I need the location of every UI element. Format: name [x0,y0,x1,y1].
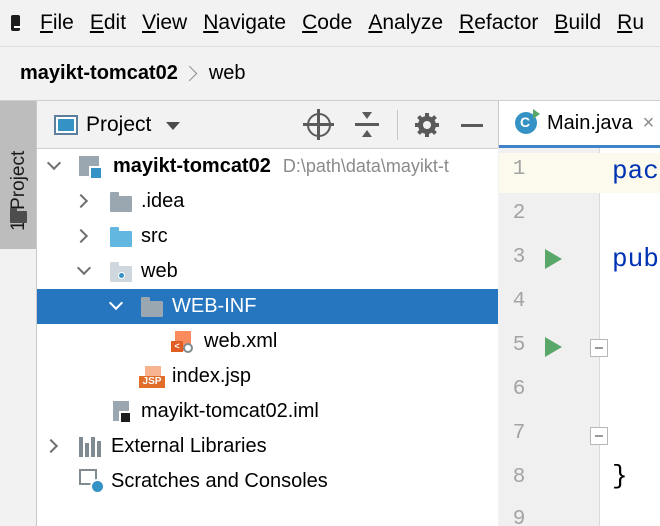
intellij-logo-icon [7,12,31,34]
run-icon[interactable] [545,249,562,269]
tree-item-label: web.xml [204,330,278,352]
chevron-down-icon[interactable] [108,295,124,311]
folder-icon [141,297,163,317]
tree-item-label: web [141,260,178,282]
project-tree: mayikt-tomcat02 D:\path\data\mayikt-t .i… [37,149,498,526]
web-folder-icon [110,262,132,282]
menu-refactor[interactable]: Refactor [459,11,538,35]
chevron-down-icon[interactable] [76,260,92,276]
line-number: 6 [512,378,526,401]
xml-file-icon: < [171,331,193,353]
tree-item-project-root[interactable]: mayikt-tomcat02 D:\path\data\mayikt-t [37,149,498,184]
project-view-icon [54,114,78,135]
code-line-1: pac [612,156,659,186]
tree-item-iml[interactable]: mayikt-tomcat02.iml [37,394,498,429]
menu-edit[interactable]: Edit [90,11,126,35]
code-editor[interactable] [600,148,660,526]
menu-run[interactable]: Ru [617,11,644,35]
tab-main-java[interactable]: Main.java × [499,101,660,148]
tree-item-label: mayikt-tomcat02.iml [141,400,319,422]
breadcrumb-project[interactable]: mayikt-tomcat02 [20,62,178,85]
tree-item-web-inf[interactable]: WEB-INF [37,289,498,324]
line-number: 8 [512,466,526,489]
tree-item-label: mayikt-tomcat02 [113,155,271,177]
scratches-icon [79,469,105,495]
tree-item-index-jsp[interactable]: JSP index.jsp [37,359,498,394]
left-tool-strip: 1: Project [0,101,37,526]
java-class-icon [515,109,540,134]
tree-item-label: WEB-INF [172,295,257,317]
line-number: 4 [512,290,526,313]
toolbar-divider [397,110,398,140]
chevron-right-icon[interactable] [73,228,89,244]
tree-item-path: D:\path\data\mayikt-t [282,156,449,176]
jsp-file-icon: JSP [139,366,165,388]
menu-view[interactable]: View [142,11,187,35]
chevron-right-icon [181,65,198,82]
gear-icon[interactable] [415,113,439,137]
line-number: 2 [512,202,526,225]
close-icon[interactable]: × [643,112,655,135]
menu-analyze[interactable]: Analyze [368,11,443,35]
breadcrumb-folder[interactable]: web [209,62,246,85]
editor-tab-bar: Main.java × [498,101,660,148]
source-folder-icon [110,227,132,247]
menu-file[interactable]: File [40,11,74,35]
project-view-selector[interactable]: Project [86,113,151,137]
menu-build[interactable]: Build [554,11,601,35]
run-icon[interactable] [545,337,562,357]
code-line-3: pub [612,244,659,274]
tree-item-external-libraries[interactable]: External Libraries [37,429,498,464]
tree-item-web[interactable]: web [37,254,498,289]
tree-item-web-xml[interactable]: < web.xml [37,324,498,359]
folder-icon [10,208,27,223]
line-number: 3 [512,246,526,269]
tree-item-label: .idea [141,190,185,212]
module-icon [79,156,103,180]
project-panel-header: Project [37,101,498,149]
locate-file-icon[interactable] [303,109,334,140]
libraries-icon [79,437,103,457]
folder-icon [110,192,132,212]
line-number: 9 [512,508,526,526]
line-number: 1 [512,158,526,181]
line-number: 5 [512,334,526,357]
menu-bar: File Edit View Navigate Code Analyze Ref… [0,0,660,46]
tree-item-label: Scratches and Consoles [111,470,328,492]
menu-navigate[interactable]: Navigate [203,11,286,35]
chevron-down-icon[interactable] [46,155,62,171]
line-number: 7 [512,422,526,445]
tree-item-idea[interactable]: .idea [37,184,498,219]
tree-item-src[interactable]: src [37,219,498,254]
module-file-icon [113,401,132,424]
menu-code[interactable]: Code [302,11,352,35]
fold-marker-icon[interactable] [590,339,608,357]
project-tool-tab[interactable]: 1: Project [0,101,36,249]
chevron-down-icon[interactable] [166,121,181,130]
chevron-right-icon[interactable] [73,193,89,209]
tab-label: Main.java [547,111,633,134]
minimize-icon[interactable] [461,113,485,137]
breadcrumb: mayikt-tomcat02 web [0,46,660,101]
fold-marker-icon[interactable] [590,427,608,445]
code-line-8: } [612,461,628,491]
tree-item-label: index.jsp [172,365,251,387]
collapse-all-icon[interactable] [355,112,379,137]
chevron-right-icon[interactable] [43,438,59,454]
tree-item-label: src [141,225,168,247]
tree-item-label: External Libraries [111,435,267,457]
tree-item-scratches[interactable]: Scratches and Consoles [37,464,498,499]
